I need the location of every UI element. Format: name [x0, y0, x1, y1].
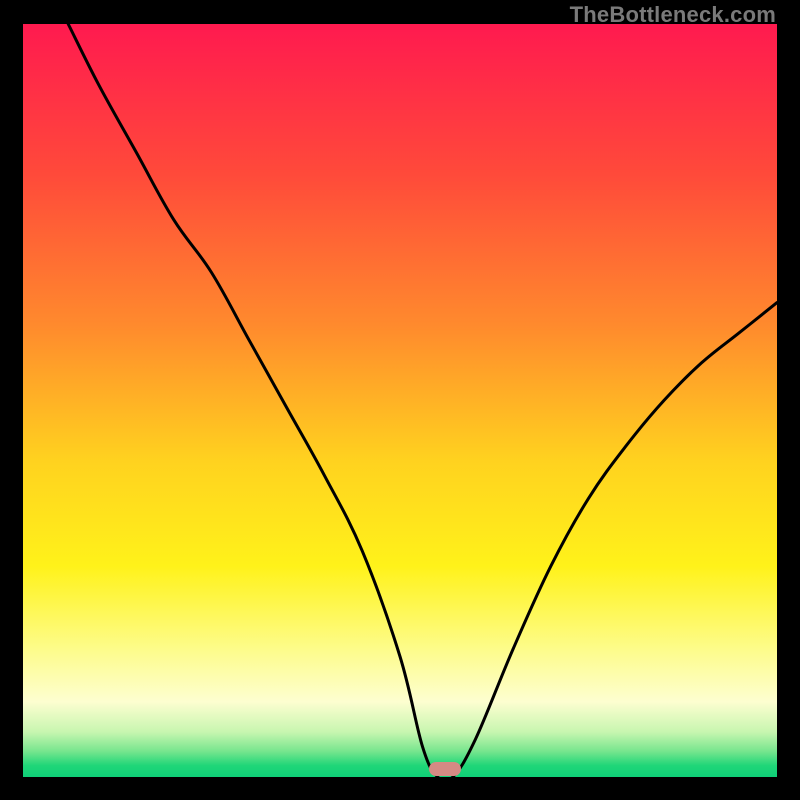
- bottleneck-curve: [23, 24, 777, 777]
- optimal-marker: [429, 762, 461, 776]
- plot-area: [23, 24, 777, 777]
- chart-frame: TheBottleneck.com: [0, 0, 800, 800]
- attribution-label: TheBottleneck.com: [570, 2, 776, 28]
